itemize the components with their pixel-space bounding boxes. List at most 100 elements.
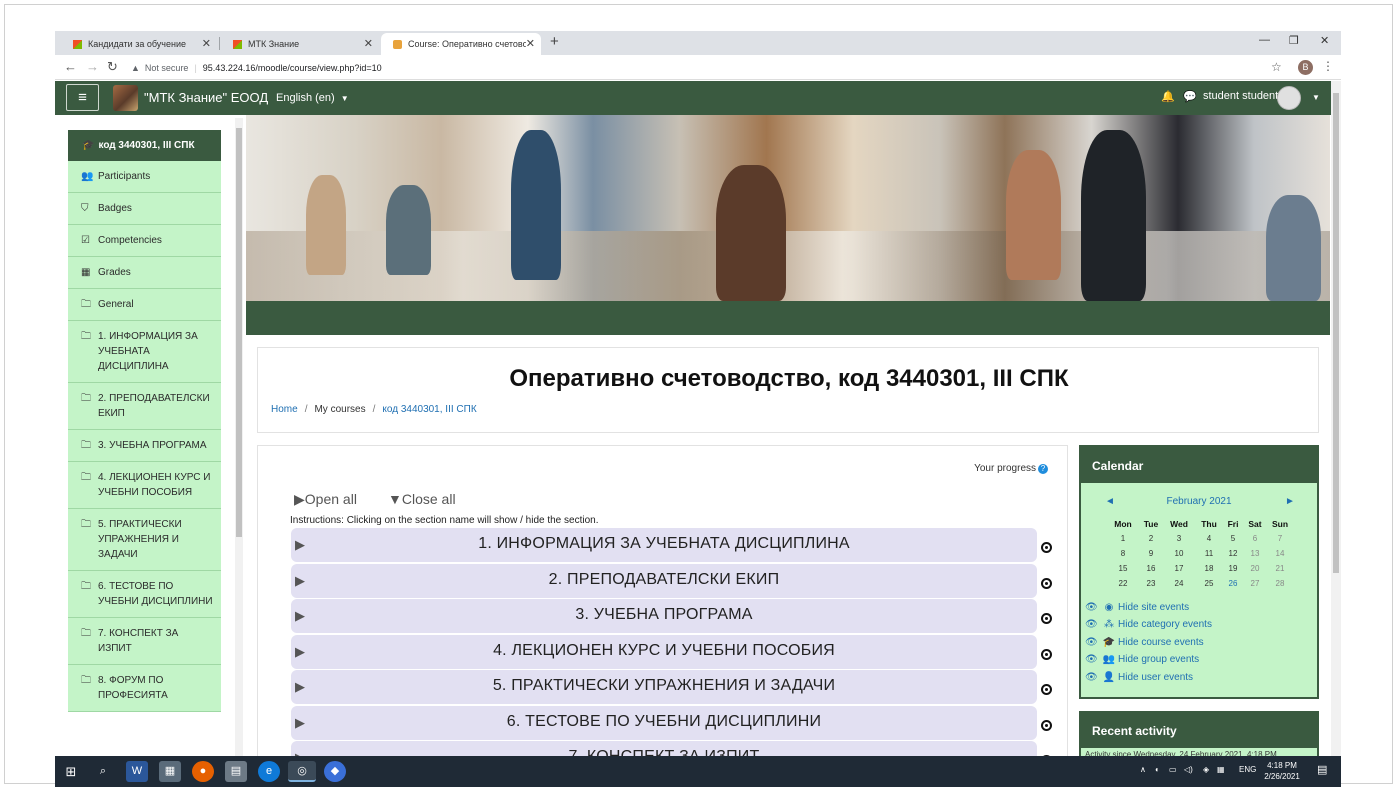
tab-close-icon[interactable]: ✕ xyxy=(526,37,535,50)
toggle-user-events[interactable]: 👁 👤 Hide user events xyxy=(1085,672,1193,683)
calendar-day[interactable]: 14 xyxy=(1268,549,1292,558)
calendar-day[interactable]: 6 xyxy=(1243,534,1267,543)
edge-icon[interactable]: e xyxy=(258,761,280,782)
user-avatar[interactable] xyxy=(1277,86,1301,110)
calendar-day[interactable]: 22 xyxy=(1111,579,1135,588)
section-target-icon[interactable] xyxy=(1041,578,1052,589)
system-clock[interactable]: 4:18 PM 2/26/2021 xyxy=(1254,760,1310,782)
calendar-day[interactable]: 4 xyxy=(1197,534,1221,543)
firefox-icon[interactable]: ● xyxy=(192,761,214,782)
toggle-course-events[interactable]: 👁 🎓 Hide course events xyxy=(1085,637,1204,648)
help-icon[interactable]: ? xyxy=(1038,464,1048,474)
language-menu[interactable]: English (en) ▼ xyxy=(276,92,349,104)
windows-start-icon[interactable]: ⊞ xyxy=(60,761,82,782)
site-brand[interactable]: "МТК Знание" ЕООД xyxy=(144,90,268,105)
calendar-day[interactable]: 9 xyxy=(1139,549,1163,558)
network-icon[interactable]: ▭ xyxy=(1169,765,1177,774)
word-icon[interactable]: W xyxy=(126,761,148,782)
user-name[interactable]: student student xyxy=(1203,90,1278,102)
calendar-day[interactable]: 8 xyxy=(1111,549,1135,558)
tray-chevron-icon[interactable]: ∧ xyxy=(1140,765,1146,774)
drawer-scroll-thumb[interactable] xyxy=(236,128,242,537)
menu-kebab-icon[interactable]: ⋮ xyxy=(1322,59,1334,73)
drawer-scrollbar[interactable] xyxy=(235,118,243,756)
keyboard-icon[interactable]: ▦ xyxy=(1217,765,1225,774)
page-scrollbar[interactable] xyxy=(1331,81,1341,756)
close-window-button[interactable]: ✕ xyxy=(1320,34,1329,47)
user-menu-caret-icon[interactable]: ▼ xyxy=(1312,93,1320,102)
open-all-button[interactable]: ▶Open all xyxy=(294,491,357,508)
restore-button[interactable]: ❐ xyxy=(1289,34,1299,47)
drawer-item-section-7[interactable]: 🗀 7. КОНСПЕКТ ЗА ИЗПИТ xyxy=(68,618,221,665)
calendar-day[interactable]: 17 xyxy=(1167,564,1191,573)
breadcrumb-course-link[interactable]: код 3440301, III СПК xyxy=(382,404,476,415)
calendar-day[interactable]: 24 xyxy=(1167,579,1191,588)
close-all-button[interactable]: ▼Close all xyxy=(388,491,456,507)
calendar-day[interactable]: 1 xyxy=(1111,534,1135,543)
section-toggle-1[interactable]: ▶ 1. ИНФОРМАЦИЯ ЗА УЧЕБНАТА ДИСЦИПЛИНА xyxy=(291,528,1037,562)
calendar-day-today[interactable]: 26 xyxy=(1221,579,1245,588)
drawer-item-grades[interactable]: ▦ Grades xyxy=(68,257,221,289)
calendar-day[interactable]: 19 xyxy=(1221,564,1245,573)
calendar-prev-icon[interactable]: ◄ xyxy=(1105,496,1115,507)
drawer-item-section-1[interactable]: 🗀 1. ИНФОРМАЦИЯ ЗА УЧЕБНАТА ДИСЦИПЛИНА xyxy=(68,321,221,383)
drawer-item-general[interactable]: 🗀 General xyxy=(68,289,221,321)
toggle-group-events[interactable]: 👁 👥 Hide group events xyxy=(1085,654,1199,665)
breadcrumb-my-courses[interactable]: My courses xyxy=(314,404,365,415)
search-icon[interactable]: ⌕ xyxy=(92,761,114,782)
back-arrow-icon[interactable]: ← xyxy=(64,59,77,74)
drawer-item-badges[interactable]: ⛉ Badges xyxy=(68,193,221,225)
drawer-course-link[interactable]: 🎓 код 3440301, III СПК xyxy=(68,130,221,161)
tray-app-icon[interactable]: ◐ xyxy=(1155,765,1160,774)
calendar-day[interactable]: 15 xyxy=(1111,564,1135,573)
site-logo[interactable] xyxy=(113,85,138,111)
tab-mtk[interactable]: МТК Знание ✕ xyxy=(221,33,379,55)
calendar-day[interactable]: 21 xyxy=(1268,564,1292,573)
notifications-bell-icon[interactable]: 🔔 xyxy=(1161,90,1175,103)
calendar-day[interactable]: 12 xyxy=(1221,549,1245,558)
section-target-icon[interactable] xyxy=(1041,720,1052,731)
calendar-day[interactable]: 7 xyxy=(1268,534,1292,543)
minimize-button[interactable]: — xyxy=(1259,34,1270,46)
calendar-day[interactable]: 28 xyxy=(1268,579,1292,588)
section-toggle-6[interactable]: ▶ 6. ТЕСТОВЕ ПО УЧЕБНИ ДИСЦИПЛИНИ xyxy=(291,706,1037,740)
section-toggle-5[interactable]: ▶ 5. ПРАКТИЧЕСКИ УПРАЖНЕНИЯ И ЗАДАЧИ xyxy=(291,670,1037,704)
drawer-item-competencies[interactable]: ☑ Competencies xyxy=(68,225,221,257)
page-scroll-thumb[interactable] xyxy=(1333,93,1339,573)
volume-icon[interactable]: ◁) xyxy=(1184,765,1193,774)
drawer-item-section-4[interactable]: 🗀 4. ЛЕКЦИОНЕН КУРС И УЧЕБНИ ПОСОБИЯ xyxy=(68,462,221,509)
breadcrumb-home-link[interactable]: Home xyxy=(271,404,298,415)
url-field[interactable]: ▲ Not secure | 95.43.224.16/moodle/cours… xyxy=(131,59,382,76)
tab-close-icon[interactable]: ✕ xyxy=(364,37,373,50)
drawer-item-section-8[interactable]: 🗀 8. ФОРУМ ПО ПРОФЕСИЯТА xyxy=(68,665,221,712)
calendar-day[interactable]: 18 xyxy=(1197,564,1221,573)
chrome-icon[interactable]: ◎ xyxy=(288,761,316,782)
calendar-month-link[interactable]: February 2021 xyxy=(1081,496,1317,507)
calendar-next-icon[interactable]: ► xyxy=(1285,496,1295,507)
section-toggle-2[interactable]: ▶ 2. ПРЕПОДАВАТЕЛСКИ ЕКИП xyxy=(291,564,1037,598)
messages-icon[interactable]: 💬 xyxy=(1183,90,1197,103)
drawer-item-section-3[interactable]: 🗀 3. УЧЕБНА ПРОГРАМА xyxy=(68,430,221,462)
calendar-day[interactable]: 13 xyxy=(1243,549,1267,558)
calendar-day[interactable]: 3 xyxy=(1167,534,1191,543)
calendar-day[interactable]: 25 xyxy=(1197,579,1221,588)
calendar-day[interactable]: 2 xyxy=(1139,534,1163,543)
section-toggle-4[interactable]: ▶ 4. ЛЕКЦИОНЕН КУРС И УЧЕБНИ ПОСОБИЯ xyxy=(291,635,1037,669)
calendar-day[interactable]: 11 xyxy=(1197,549,1221,558)
drawer-item-section-6[interactable]: 🗀 6. ТЕСТОВЕ ПО УЧЕБНИ ДИСЦИПЛИНИ xyxy=(68,571,221,618)
new-tab-button[interactable]: + xyxy=(550,33,559,50)
calendar-day[interactable]: 27 xyxy=(1243,579,1267,588)
calendar-day[interactable]: 23 xyxy=(1139,579,1163,588)
calendar-day[interactable]: 5 xyxy=(1221,534,1245,543)
app-drop-icon[interactable]: ◆ xyxy=(324,761,346,782)
section-toggle-3[interactable]: ▶ 3. УЧЕБНА ПРОГРАМА xyxy=(291,599,1037,633)
tab-candidates[interactable]: Кандидати за обучение ✕ xyxy=(61,33,217,55)
drawer-item-participants[interactable]: 👥 Participants xyxy=(68,161,221,193)
bookmark-star-icon[interactable]: ☆ xyxy=(1271,60,1282,74)
toggle-site-events[interactable]: 👁 ◉ Hide site events xyxy=(1085,602,1189,613)
notification-center-icon[interactable]: ▤ xyxy=(1317,763,1327,776)
section-target-icon[interactable] xyxy=(1041,649,1052,660)
section-target-icon[interactable] xyxy=(1041,684,1052,695)
security-tray-icon[interactable]: ◈ xyxy=(1203,765,1209,774)
tab-course[interactable]: Course: Оперативно счетоводс ✕ xyxy=(381,33,541,55)
